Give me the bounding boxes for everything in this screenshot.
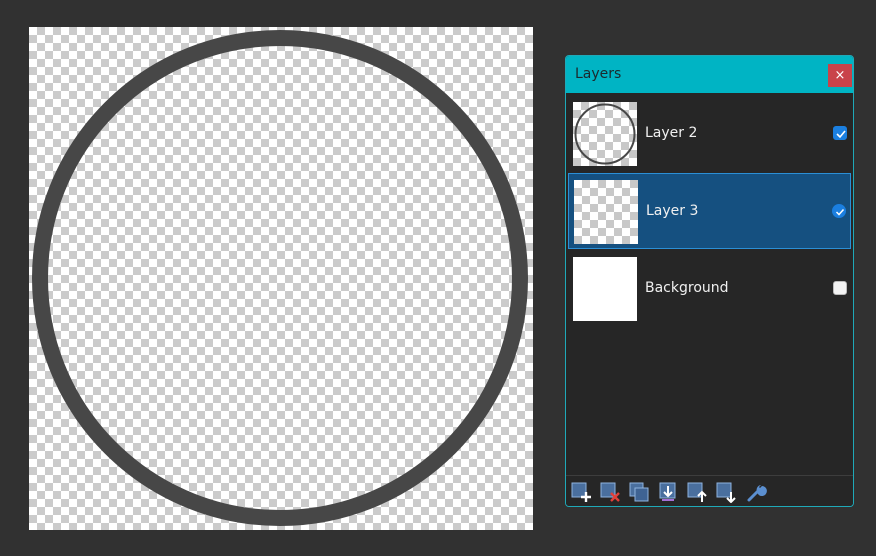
ring-thumbnail-icon (574, 103, 636, 165)
duplicate-layer-icon[interactable] (629, 481, 651, 503)
layers-panel: Layers × Layer 2 Layer 3 Background (565, 55, 854, 507)
close-button[interactable]: × (828, 64, 852, 87)
checkmark-icon (835, 208, 845, 216)
layer-thumbnail (574, 180, 638, 244)
merge-layer-down-icon[interactable] (658, 481, 680, 503)
move-layer-down-icon[interactable] (716, 481, 738, 503)
layer-row-layer-2[interactable]: Layer 2 (568, 96, 851, 172)
layer-row-background[interactable]: Background (568, 251, 851, 327)
layer-properties-icon[interactable] (745, 481, 767, 503)
circle-ring-shape (32, 30, 528, 526)
layer-name[interactable]: Background (645, 280, 729, 296)
layer-name[interactable]: Layer 3 (646, 203, 698, 219)
layer-visibility-checkbox[interactable] (833, 281, 847, 295)
checkmark-icon (836, 130, 846, 139)
layer-row-layer-3[interactable]: Layer 3 (568, 173, 851, 249)
move-layer-up-icon[interactable] (687, 481, 709, 503)
image-canvas[interactable] (29, 27, 533, 530)
layer-thumbnail (573, 102, 637, 166)
add-layer-icon[interactable] (571, 481, 593, 503)
panel-title: Layers (575, 66, 622, 82)
layers-toolbar (566, 475, 853, 506)
layer-name[interactable]: Layer 2 (645, 125, 697, 141)
layer-visibility-checkbox[interactable] (832, 204, 846, 218)
layer-thumbnail (573, 257, 637, 321)
delete-layer-icon[interactable] (600, 481, 622, 503)
layers-panel-header[interactable]: Layers × (566, 56, 853, 93)
layer-visibility-checkbox[interactable] (833, 126, 847, 140)
